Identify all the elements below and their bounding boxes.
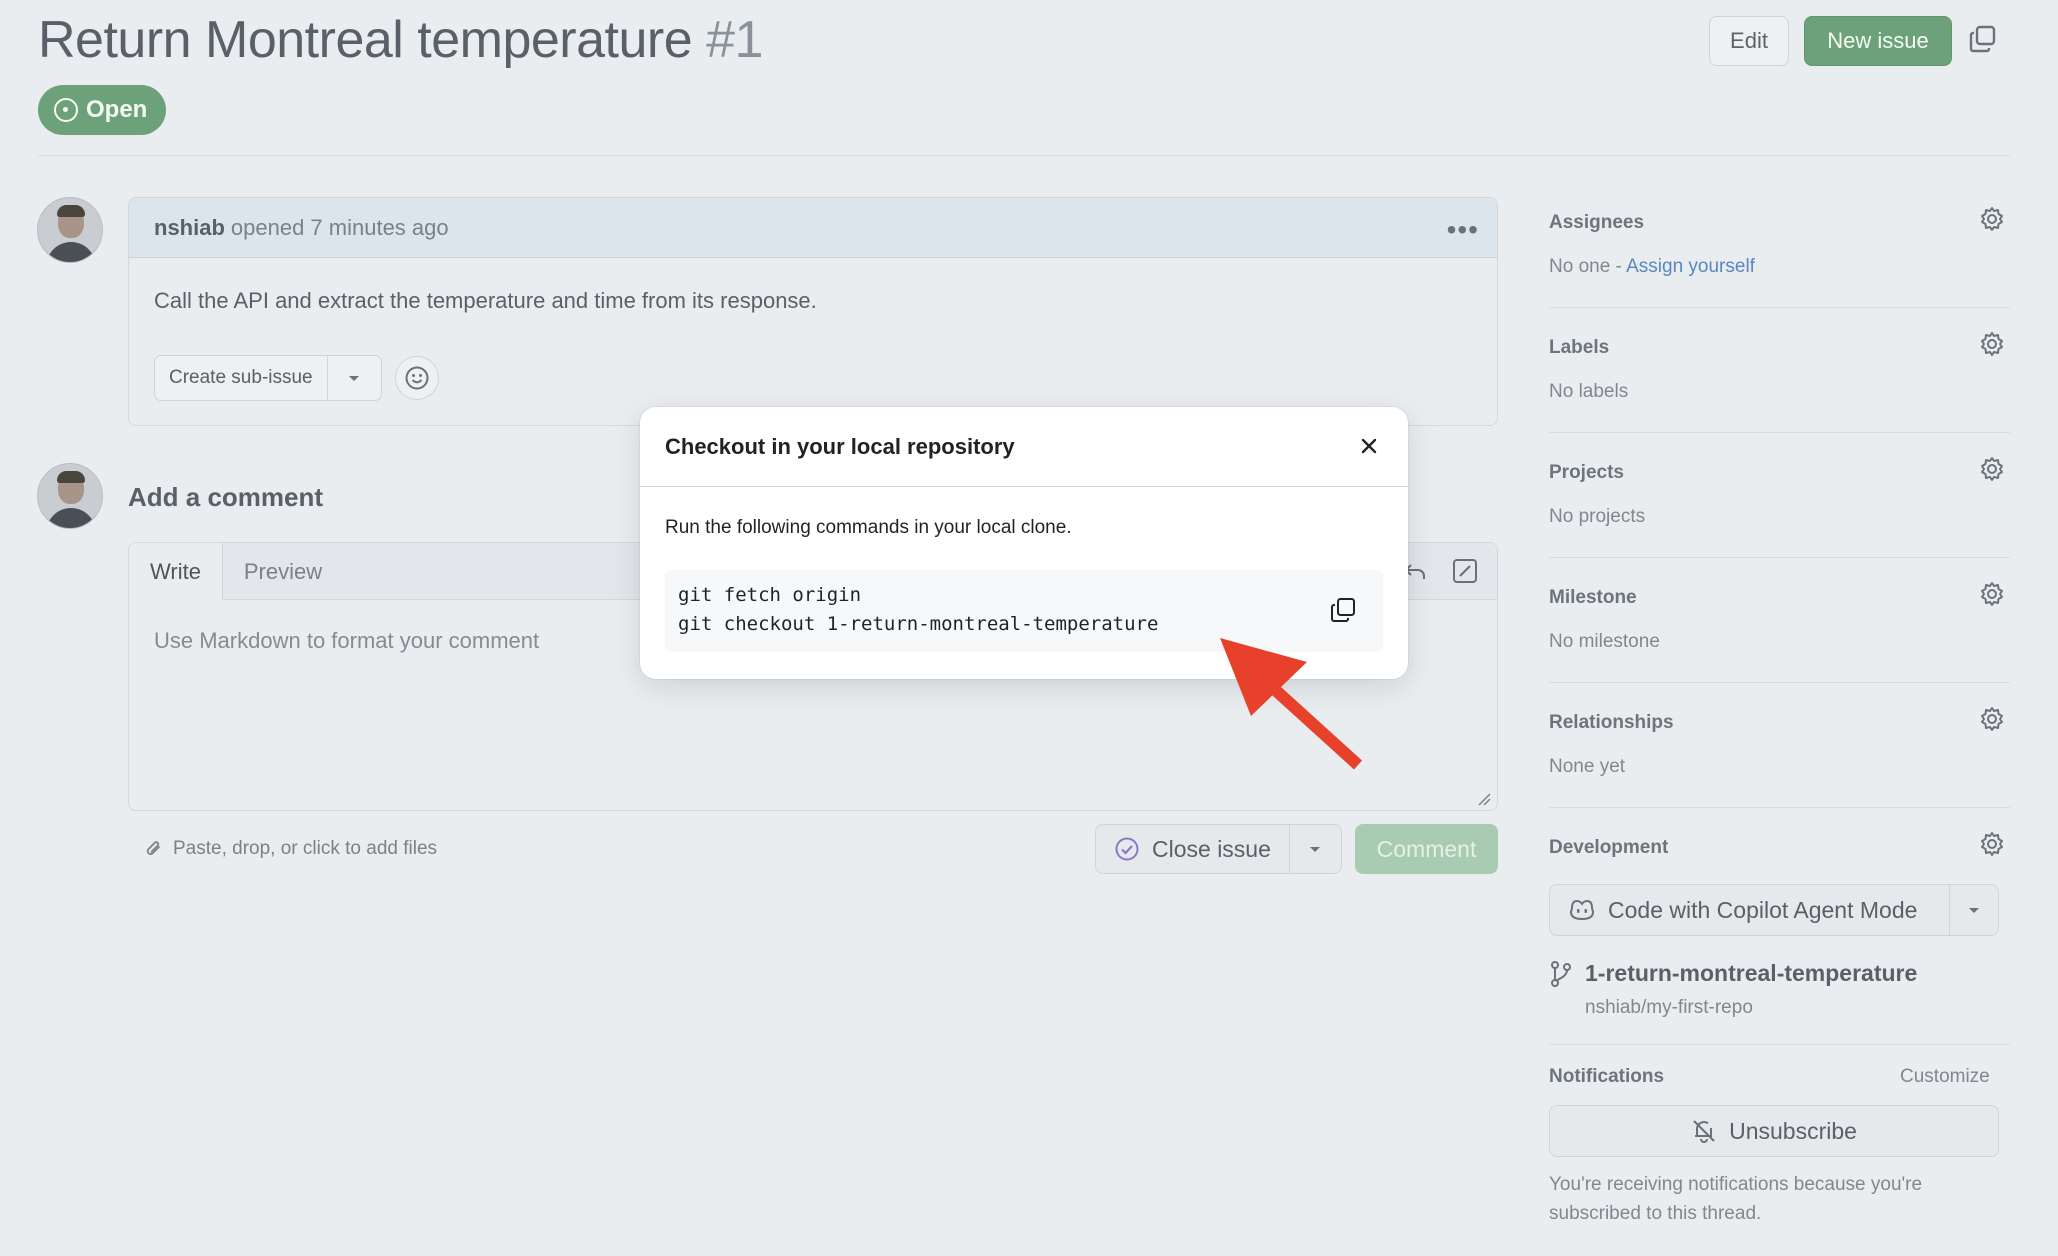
close-issue-button[interactable]: Close issue xyxy=(1095,824,1342,874)
projects-heading: Projects xyxy=(1549,462,1624,483)
author-link[interactable]: nshiab xyxy=(154,215,225,241)
bell-slash-icon xyxy=(1693,1120,1715,1143)
page-title: Return Montreal temperature #1 xyxy=(38,10,763,70)
sidebar-relationships: Relationships None yet xyxy=(1549,707,2010,777)
command-line: git fetch origin xyxy=(678,584,862,606)
divider xyxy=(1549,432,2010,433)
sidebar-assignees: Assignees No one - Assign yourself xyxy=(1549,207,2010,277)
close-issue-label: Close issue xyxy=(1152,835,1271,862)
opened-time: opened 7 minutes ago xyxy=(230,214,449,240)
chevron-down-icon[interactable] xyxy=(328,373,381,383)
comment-textarea[interactable]: Use Markdown to format your comment xyxy=(154,628,539,654)
divider xyxy=(1549,307,2010,308)
status-badge: Open xyxy=(38,85,166,135)
unsubscribe-button[interactable]: Unsubscribe xyxy=(1549,1105,1999,1157)
issue-body: Call the API and extract the temperature… xyxy=(154,288,817,313)
branch-repo: nshiab/my-first-repo xyxy=(1585,997,1753,1018)
unsubscribe-label: Unsubscribe xyxy=(1729,1117,1857,1144)
attach-files[interactable]: Paste, drop, or click to add files xyxy=(143,838,437,860)
milestone-value: No milestone xyxy=(1549,631,1660,652)
issue-open-icon xyxy=(54,98,78,122)
new-issue-button[interactable]: New issue xyxy=(1804,16,1952,66)
customize-link[interactable]: Customize xyxy=(1900,1066,1990,1088)
close-issue-main[interactable]: Close issue xyxy=(1096,825,1290,873)
copy-link-icon[interactable] xyxy=(1968,24,1998,54)
add-comment-heading: Add a comment xyxy=(128,482,324,512)
relationships-value: None yet xyxy=(1549,756,1626,777)
issue-title: Return Montreal temperature xyxy=(38,11,693,69)
divider xyxy=(1549,682,2010,683)
gear-icon[interactable] xyxy=(1979,831,2005,857)
chevron-down-icon[interactable] xyxy=(1290,844,1341,854)
sidebar-development: Development xyxy=(1549,832,2010,859)
notification-info: You're receiving notifications because y… xyxy=(1549,1174,1923,1224)
close-icon[interactable] xyxy=(1358,435,1380,457)
copilot-agent-main[interactable]: Code with Copilot Agent Mode xyxy=(1550,885,1950,935)
projects-value: No projects xyxy=(1549,506,1646,527)
gear-icon[interactable] xyxy=(1979,331,2005,357)
comment-header: nshiab opened 7 minutes ago ••• xyxy=(129,198,1497,258)
copilot-agent-button[interactable]: Code with Copilot Agent Mode xyxy=(1549,884,1999,936)
sidebar-milestone: Milestone No milestone xyxy=(1549,582,2010,652)
attach-files-label: Paste, drop, or click to add files xyxy=(173,838,438,859)
add-reaction-button[interactable] xyxy=(395,356,439,400)
assignees-value: No one - Assign yourself xyxy=(1549,256,1755,277)
sidebar-projects: Projects No projects xyxy=(1549,457,2010,527)
linked-branch: 1-return-montreal-temperature nshiab/my-… xyxy=(1549,960,1917,1019)
development-heading: Development xyxy=(1549,837,1669,858)
issue-comment: nshiab opened 7 minutes ago ••• Call the… xyxy=(128,197,1498,426)
fullscreen-icon[interactable] xyxy=(1451,557,1479,585)
tab-preview[interactable]: Preview xyxy=(223,543,343,600)
annotation-arrow-icon xyxy=(1220,638,1363,770)
copy-icon[interactable] xyxy=(1329,596,1357,624)
sidebar-labels: Labels No labels xyxy=(1549,332,2010,402)
gear-icon[interactable] xyxy=(1979,456,2005,482)
relationships-heading: Relationships xyxy=(1549,712,1674,733)
chevron-down-icon[interactable] xyxy=(1950,905,1998,915)
copilot-icon xyxy=(1569,899,1595,921)
check-circle-icon xyxy=(1115,837,1139,861)
issue-number: #1 xyxy=(706,11,763,69)
tab-write[interactable]: Write xyxy=(129,543,223,601)
paperclip-icon xyxy=(146,841,160,855)
copilot-agent-label: Code with Copilot Agent Mode xyxy=(1608,896,1918,923)
more-options-icon[interactable]: ••• xyxy=(1447,214,1479,246)
dialog-description: Run the following commands in your local… xyxy=(665,517,1072,538)
dialog-title: Checkout in your local repository xyxy=(640,407,1408,487)
divider xyxy=(1549,557,2010,558)
assignees-heading: Assignees xyxy=(1549,212,1645,233)
avatar[interactable] xyxy=(37,197,103,263)
divider xyxy=(1549,807,2010,808)
branch-name-link[interactable]: 1-return-montreal-temperature xyxy=(1585,960,1917,987)
labels-value: No labels xyxy=(1549,381,1629,402)
assign-yourself-link[interactable]: Assign yourself xyxy=(1626,256,1755,277)
gear-icon[interactable] xyxy=(1979,706,2005,732)
milestone-heading: Milestone xyxy=(1549,587,1637,608)
edit-button[interactable]: Edit xyxy=(1709,16,1789,66)
divider xyxy=(38,155,2010,156)
gear-icon[interactable] xyxy=(1979,206,2005,232)
git-branch-icon xyxy=(1551,961,1571,987)
create-sub-issue-label[interactable]: Create sub-issue xyxy=(155,356,328,400)
avatar[interactable] xyxy=(37,463,103,529)
labels-heading: Labels xyxy=(1549,337,1610,358)
divider xyxy=(1549,1044,2010,1045)
gear-icon[interactable] xyxy=(1979,581,2005,607)
comment-button[interactable]: Comment xyxy=(1355,824,1498,874)
status-label: Open xyxy=(86,96,148,123)
create-sub-issue-button[interactable]: Create sub-issue xyxy=(154,355,382,401)
smiley-icon xyxy=(405,366,429,390)
resize-handle-icon[interactable] xyxy=(1477,792,1491,806)
